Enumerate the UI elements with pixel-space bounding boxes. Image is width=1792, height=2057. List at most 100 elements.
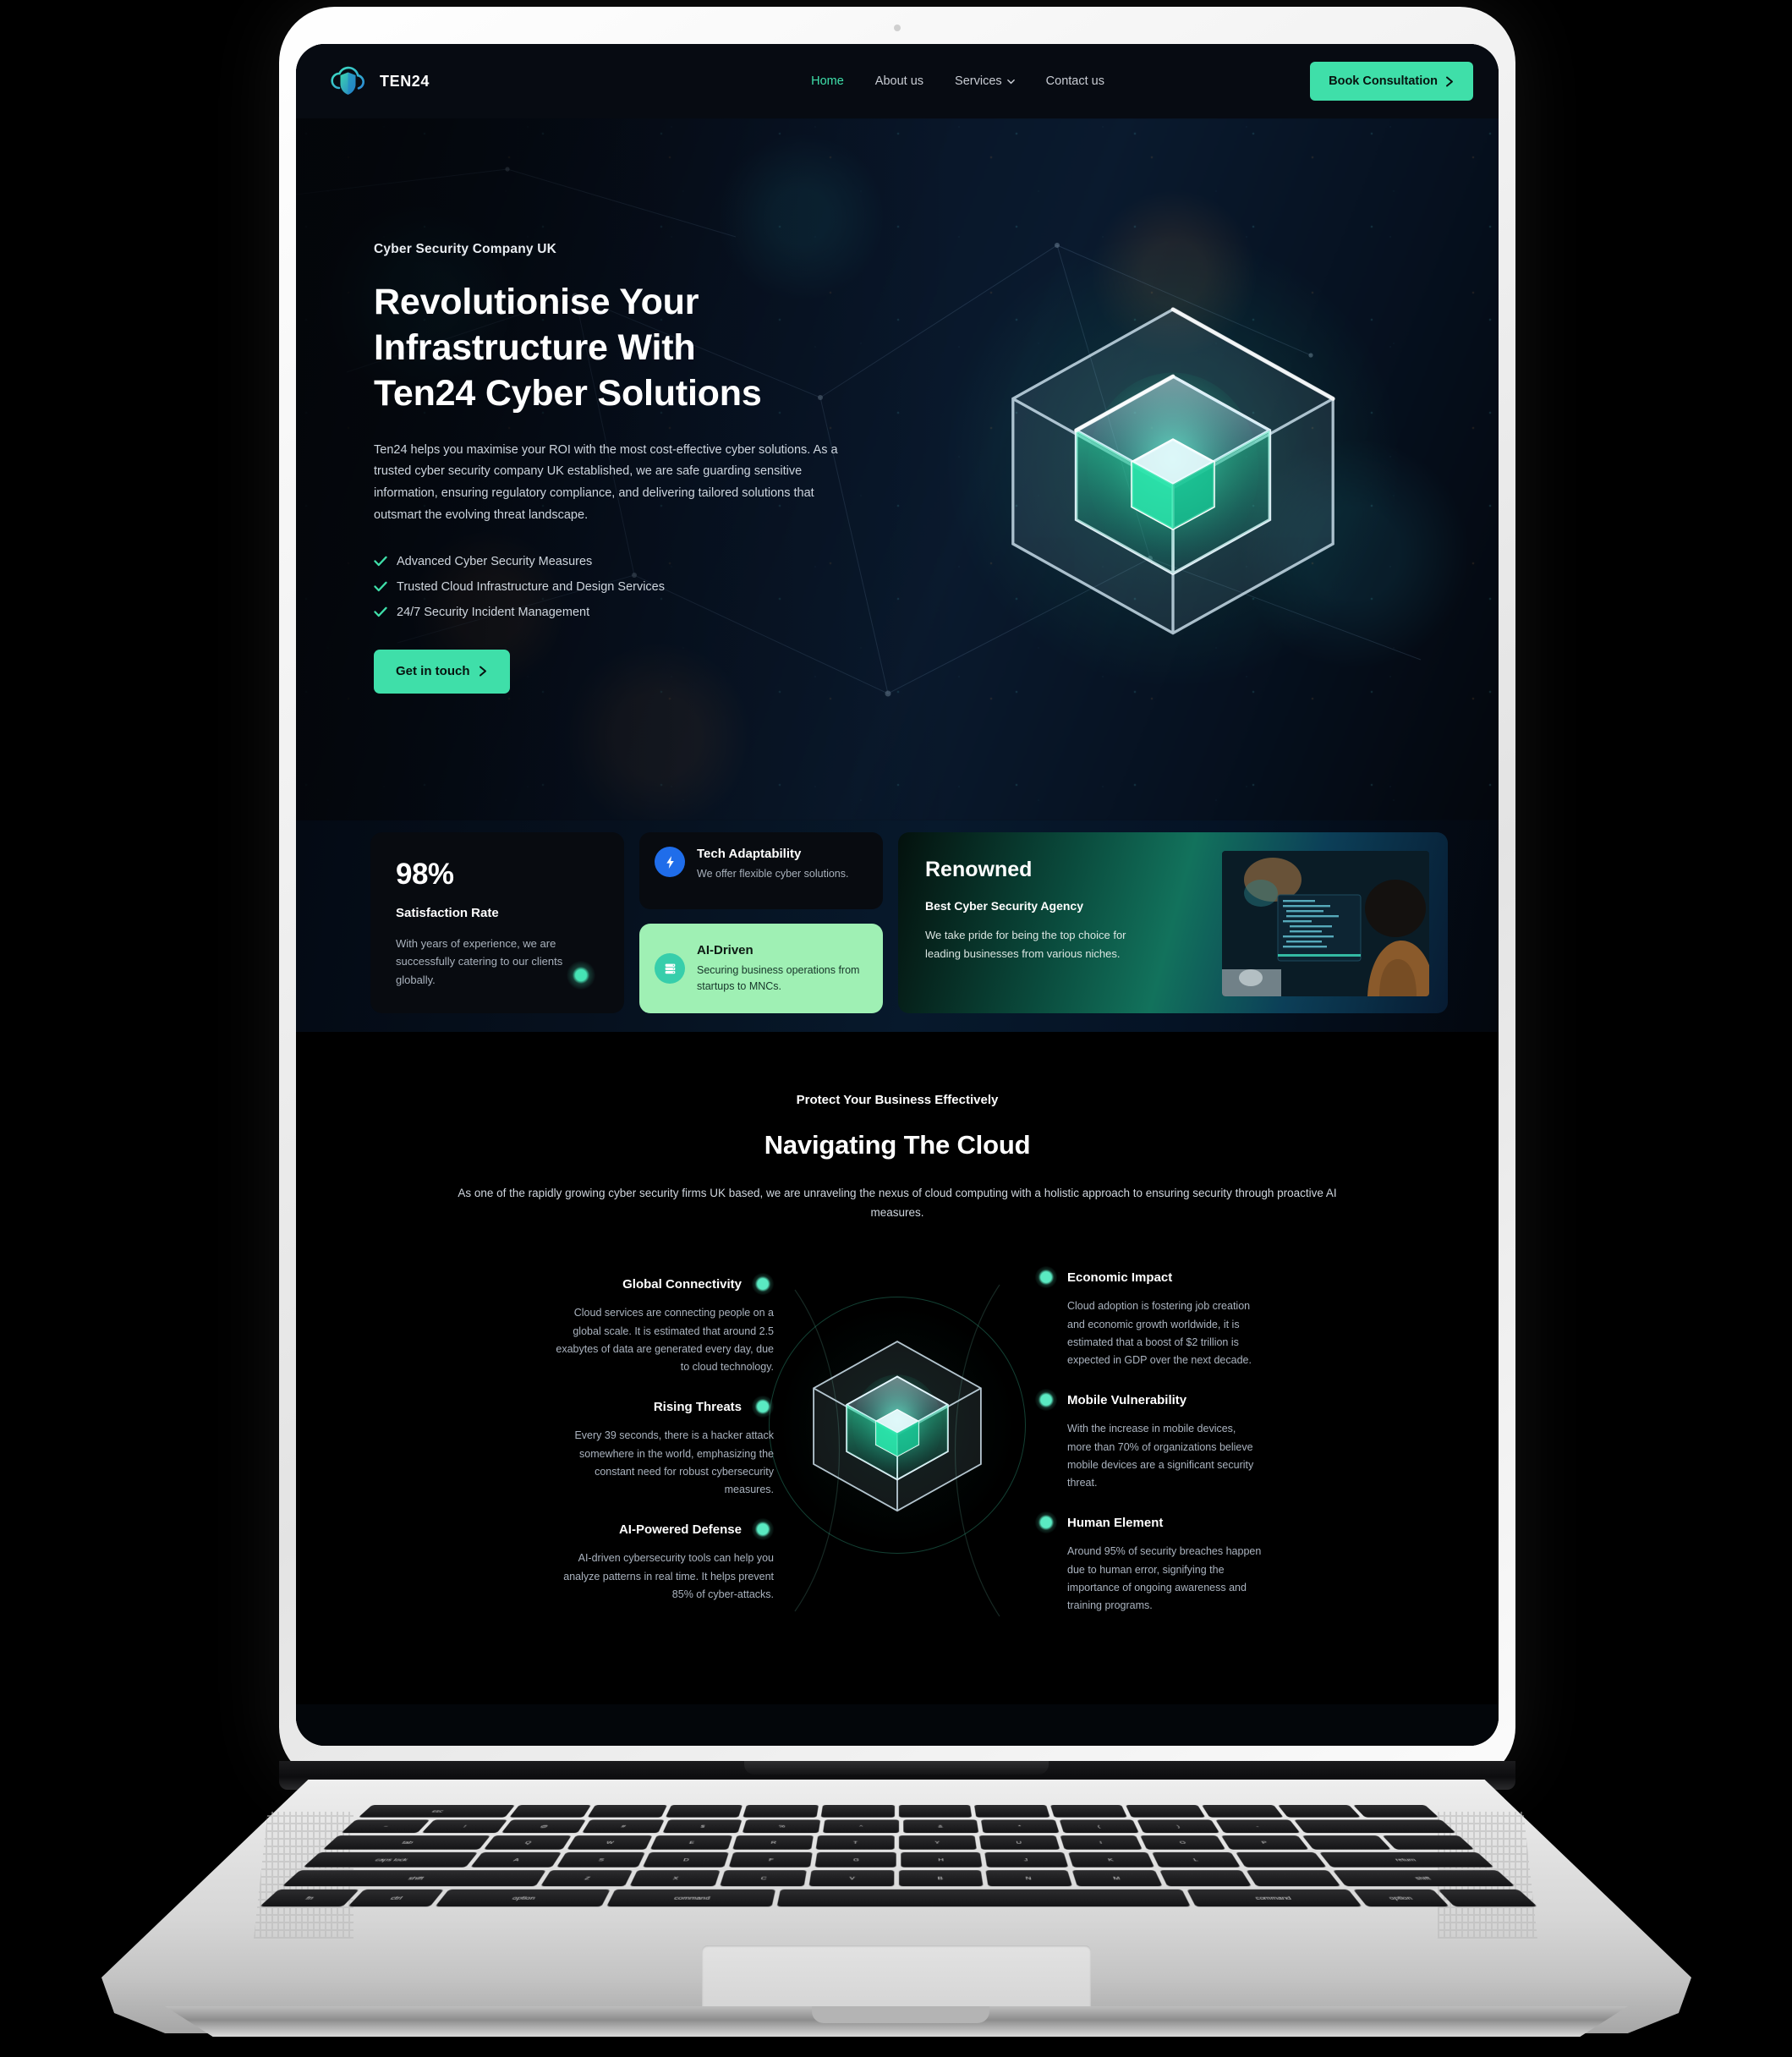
stat-label: Satisfaction Rate — [396, 906, 499, 920]
site-header: TEN24 Home About us Services Contact us … — [296, 44, 1499, 118]
laptop-hinge-notch — [744, 1761, 1049, 1775]
feature-title: Global Connectivity — [622, 1276, 742, 1292]
webcam-icon — [894, 25, 901, 31]
mini-card-column: Tech Adaptability We offer flexible cybe… — [639, 832, 883, 1013]
brand-name: TEN24 — [380, 72, 430, 90]
hero-copy: Cyber Security Company UK Revolutionise … — [374, 118, 847, 820]
chevron-right-icon — [1446, 76, 1453, 86]
hero-heading-line-3: Ten24 Cyber Solutions — [374, 373, 762, 414]
book-consultation-label: Book Consultation — [1329, 74, 1438, 88]
hero-eyebrow: Cyber Security Company UK — [374, 242, 557, 256]
checklist-label: Trusted Cloud Infrastructure and Design … — [397, 579, 665, 594]
navigating-the-cloud-section: Protect Your Business Effectively Naviga… — [296, 1032, 1499, 1705]
mini-card-text: We offer flexible cyber solutions. — [697, 868, 849, 880]
brand-logo[interactable]: TEN24 — [326, 60, 606, 102]
check-tick-icon — [374, 581, 387, 592]
section-subheading: As one of the rapidly growing cyber secu… — [458, 1187, 1337, 1220]
hero-heading: Revolutionise Your Infrastructure With T… — [374, 279, 847, 417]
laptop-front-notch — [812, 2006, 989, 2023]
feature-ai-powered-defense: AI-Powered Defense AI-driven cybersecuri… — [547, 1518, 774, 1604]
glow-dot-icon — [567, 961, 595, 990]
satisfaction-stat-card: 98% Satisfaction Rate With years of expe… — [370, 832, 624, 1013]
keyboard-row: fn ctrl option command command option — [259, 1889, 1538, 1907]
nav-label: Home — [811, 74, 844, 88]
check-tick-icon — [374, 556, 387, 567]
checklist-item: 24/7 Security Incident Management — [374, 606, 847, 619]
feature-title: Mobile Vulnerability — [1067, 1392, 1187, 1407]
tech-adaptability-card[interactable]: Tech Adaptability We offer flexible cybe… — [639, 832, 883, 910]
bullet-dot-icon — [752, 1518, 774, 1541]
feature-title: Rising Threats — [653, 1399, 742, 1414]
isometric-glass-cube-icon — [813, 1341, 982, 1512]
hero-checklist: Advanced Cyber Security Measures Trusted… — [374, 555, 847, 619]
checklist-label: 24/7 Security Incident Management — [397, 605, 590, 619]
website-viewport: TEN24 Home About us Services Contact us … — [296, 44, 1499, 1746]
laptop-keyboard[interactable]: esc ~! @ # $% ^ & *() - tab Q W E R T Y U I O P caps lock… — [259, 1805, 1538, 1907]
keyboard-row: esc — [358, 1805, 1439, 1818]
feature-economic-impact: Economic Impact Cloud adoption is foster… — [1035, 1266, 1262, 1369]
cloud-shield-icon — [331, 66, 364, 95]
hero-graphic — [847, 118, 1499, 820]
hero-heading-line-2: Infrastructure With — [374, 327, 696, 369]
checklist-label: Advanced Cyber Security Measures — [397, 554, 593, 568]
hero-heading-line-1: Revolutionise Your — [374, 282, 699, 322]
isometric-glass-cube-icon — [1011, 307, 1335, 635]
feature-text: With the increase in mobile devices, mor… — [1067, 1423, 1254, 1489]
renowned-card: Renowned Best Cyber Security Agency We t… — [898, 832, 1448, 1013]
keyboard-row: ~! @ # $% ^ & *() - — [341, 1819, 1456, 1834]
hero-paragraph: Ten24 helps you maximise your ROI with t… — [374, 442, 838, 522]
checklist-item: Advanced Cyber Security Measures — [374, 555, 847, 568]
bullet-dot-icon — [1035, 1389, 1057, 1412]
server-stack-icon — [655, 953, 685, 984]
mini-card-title: AI-Driven — [697, 942, 754, 957]
feature-rising-threats: Rising Threats Every 39 seconds, there i… — [547, 1396, 774, 1499]
get-in-touch-button[interactable]: Get in touch — [374, 649, 510, 694]
ai-driven-card[interactable]: AI-Driven Securing business operations f… — [639, 924, 883, 1013]
feature-title: AI-Powered Defense — [618, 1522, 742, 1537]
nav-label: About us — [874, 74, 924, 88]
nav-item-contact-us[interactable]: Contact us — [1046, 74, 1104, 88]
chevron-down-icon — [1006, 79, 1015, 84]
feature-mobile-vulnerability: Mobile Vulnerability With the increase i… — [1035, 1389, 1262, 1492]
bullet-dot-icon — [1035, 1266, 1057, 1289]
stat-value: 98% — [396, 858, 454, 891]
renowned-text: We take pride for being the top choice f… — [925, 929, 1126, 960]
laptop-screen: TEN24 Home About us Services Contact us … — [296, 44, 1499, 1746]
chevron-right-icon — [479, 666, 486, 677]
feature-title: Human Element — [1067, 1515, 1164, 1530]
section-heading: Navigating The Cloud — [764, 1130, 1031, 1160]
get-in-touch-label: Get in touch — [396, 664, 470, 679]
mini-card-text: Securing business operations from startu… — [697, 963, 860, 992]
section-kicker: Protect Your Business Effectively — [796, 1093, 999, 1107]
center-cube-ring — [769, 1297, 1026, 1555]
book-consultation-button[interactable]: Book Consultation — [1310, 62, 1473, 101]
nav-item-home[interactable]: Home — [811, 74, 844, 88]
renowned-title: Renowned — [925, 858, 1033, 881]
feature-text: Around 95% of security breaches happen d… — [1067, 1545, 1262, 1612]
bullet-dot-icon — [752, 1273, 774, 1296]
nav-label: Contact us — [1045, 74, 1104, 88]
keyboard-row: tab Q W E R T Y U I O P — [322, 1835, 1475, 1850]
feature-text: Every 39 seconds, there is a hacker atta… — [574, 1429, 774, 1496]
developer-at-monitors-photo — [1222, 851, 1429, 996]
nav-item-services[interactable]: Services — [955, 74, 1015, 88]
lightning-bolt-icon — [655, 847, 685, 877]
nav-item-about-us[interactable]: About us — [875, 74, 923, 88]
bullet-dot-icon — [752, 1396, 774, 1418]
checklist-item: Trusted Cloud Infrastructure and Design … — [374, 580, 847, 594]
highlights-band: 98% Satisfaction Rate With years of expe… — [296, 820, 1499, 1032]
keyboard-row: caps lock A S D F G H J K Lreturn — [303, 1851, 1494, 1868]
bullet-dot-icon — [1035, 1511, 1057, 1534]
feature-human-element: Human Element Around 95% of security bre… — [1035, 1511, 1262, 1615]
page-bottom-strip — [296, 1704, 1499, 1746]
feature-diagram: Global Connectivity Cloud services are c… — [296, 1266, 1499, 1628]
mini-card-title: Tech Adaptability — [697, 847, 802, 861]
feature-global-connectivity: Global Connectivity Cloud services are c… — [547, 1273, 774, 1376]
main-navigation: Home About us Services Contact us — [606, 74, 1310, 88]
nav-label: Services — [955, 74, 1002, 88]
keyboard-row: shift Z X C V B N Mshift — [282, 1870, 1515, 1887]
feature-text: Cloud adoption is fostering job creation… — [1067, 1300, 1252, 1367]
screenshot-stage: TEN24 Home About us Services Contact us … — [0, 0, 1792, 2057]
check-tick-icon — [374, 606, 387, 617]
renowned-subtitle: Best Cyber Security Agency — [925, 899, 1083, 913]
